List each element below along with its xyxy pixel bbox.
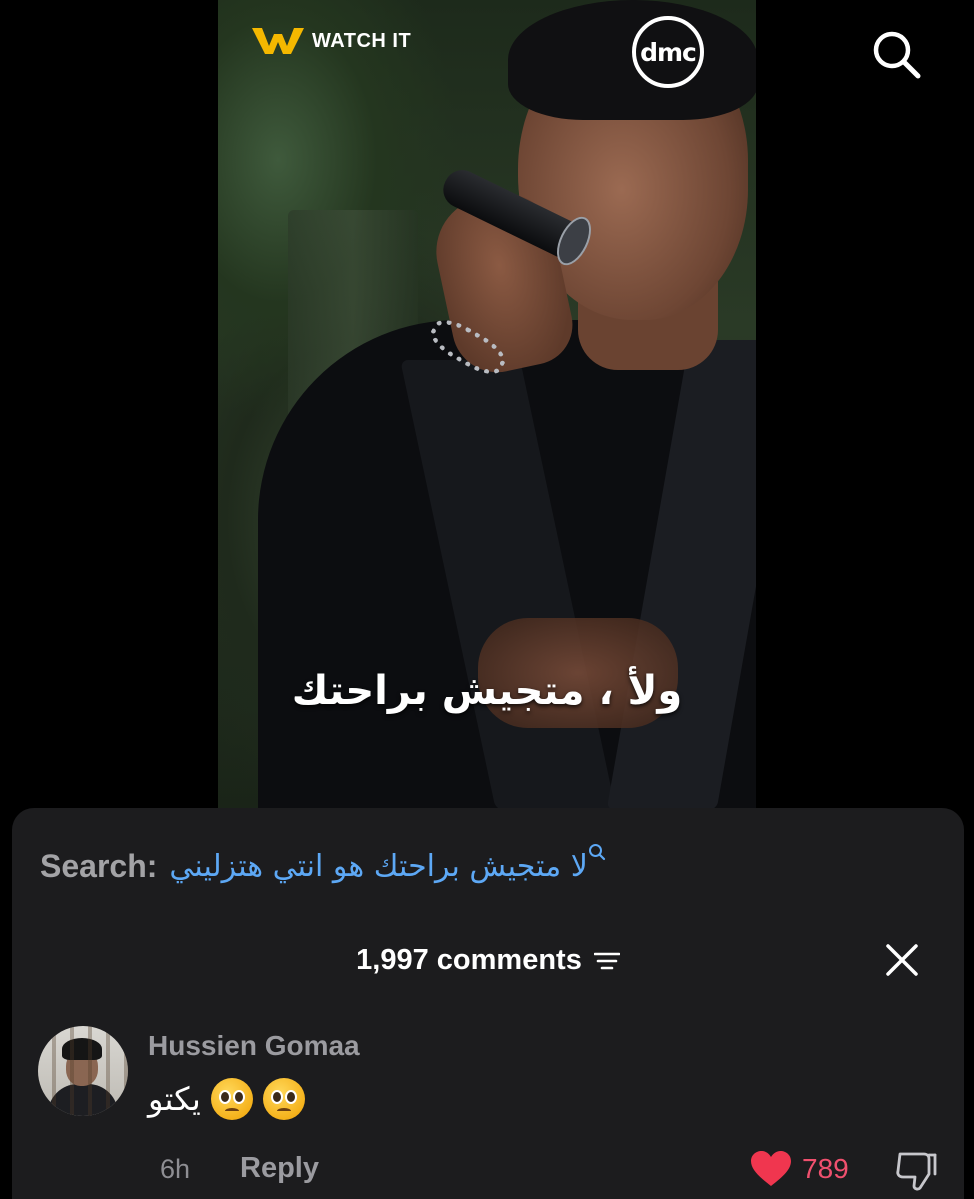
like-count: 789 [802, 1153, 849, 1184]
pleading-face-emoji-icon [262, 1078, 305, 1120]
reply-button[interactable]: Reply [240, 1152, 319, 1185]
heart-icon [751, 1151, 791, 1186]
watch-it-brand: WATCH IT [252, 26, 411, 56]
like-button[interactable]: 789 [750, 1150, 849, 1188]
avatar-background [38, 1026, 128, 1116]
comment-meta: 6h Reply 789 [148, 1150, 938, 1192]
search-label: Search: [40, 847, 158, 884]
avatar[interactable] [38, 1026, 128, 1116]
sort-icon[interactable] [593, 950, 620, 972]
search-button[interactable] [866, 24, 926, 84]
pleading-face-emoji-icon [210, 1078, 253, 1120]
search-query-text: لا متجيش براحتك هو انتي هتزليني [169, 848, 588, 884]
watch-it-label: WATCH IT [312, 29, 412, 52]
screen: ولأ ، متجيش براحتك WATCH IT dmc Search: … [0, 0, 974, 1199]
watch-it-logo-icon [252, 28, 304, 54]
close-icon [886, 944, 918, 976]
comments-sheet: Search: لا متجيش براحتك هو انتي هتزليني … [12, 808, 964, 1199]
search-query-link[interactable]: لا متجيش براحتك هو انتي هتزليني [169, 843, 609, 884]
close-button[interactable] [878, 936, 926, 984]
comment-body: يكتو [148, 1080, 201, 1118]
dmc-logo: dmc [632, 16, 704, 88]
comment-time: 6h [160, 1154, 191, 1184]
search-icon [588, 843, 605, 860]
dislike-icon[interactable] [894, 1150, 938, 1192]
search-icon [873, 31, 921, 79]
comments-header: 1,997 comments [12, 944, 964, 977]
video-subtitle: ولأ ، متجيش براحتك [291, 668, 683, 714]
comment-username[interactable]: Hussien Gomaa [148, 1030, 360, 1062]
comment-text: يكتو [148, 1078, 305, 1120]
comments-count: 1,997 comments [356, 944, 582, 976]
comment-item: Hussien Gomaa يكتو 6h Reply 789 [38, 1026, 938, 1196]
search-suggestion[interactable]: Search: لا متجيش براحتك هو انتي هتزليني [40, 843, 610, 886]
